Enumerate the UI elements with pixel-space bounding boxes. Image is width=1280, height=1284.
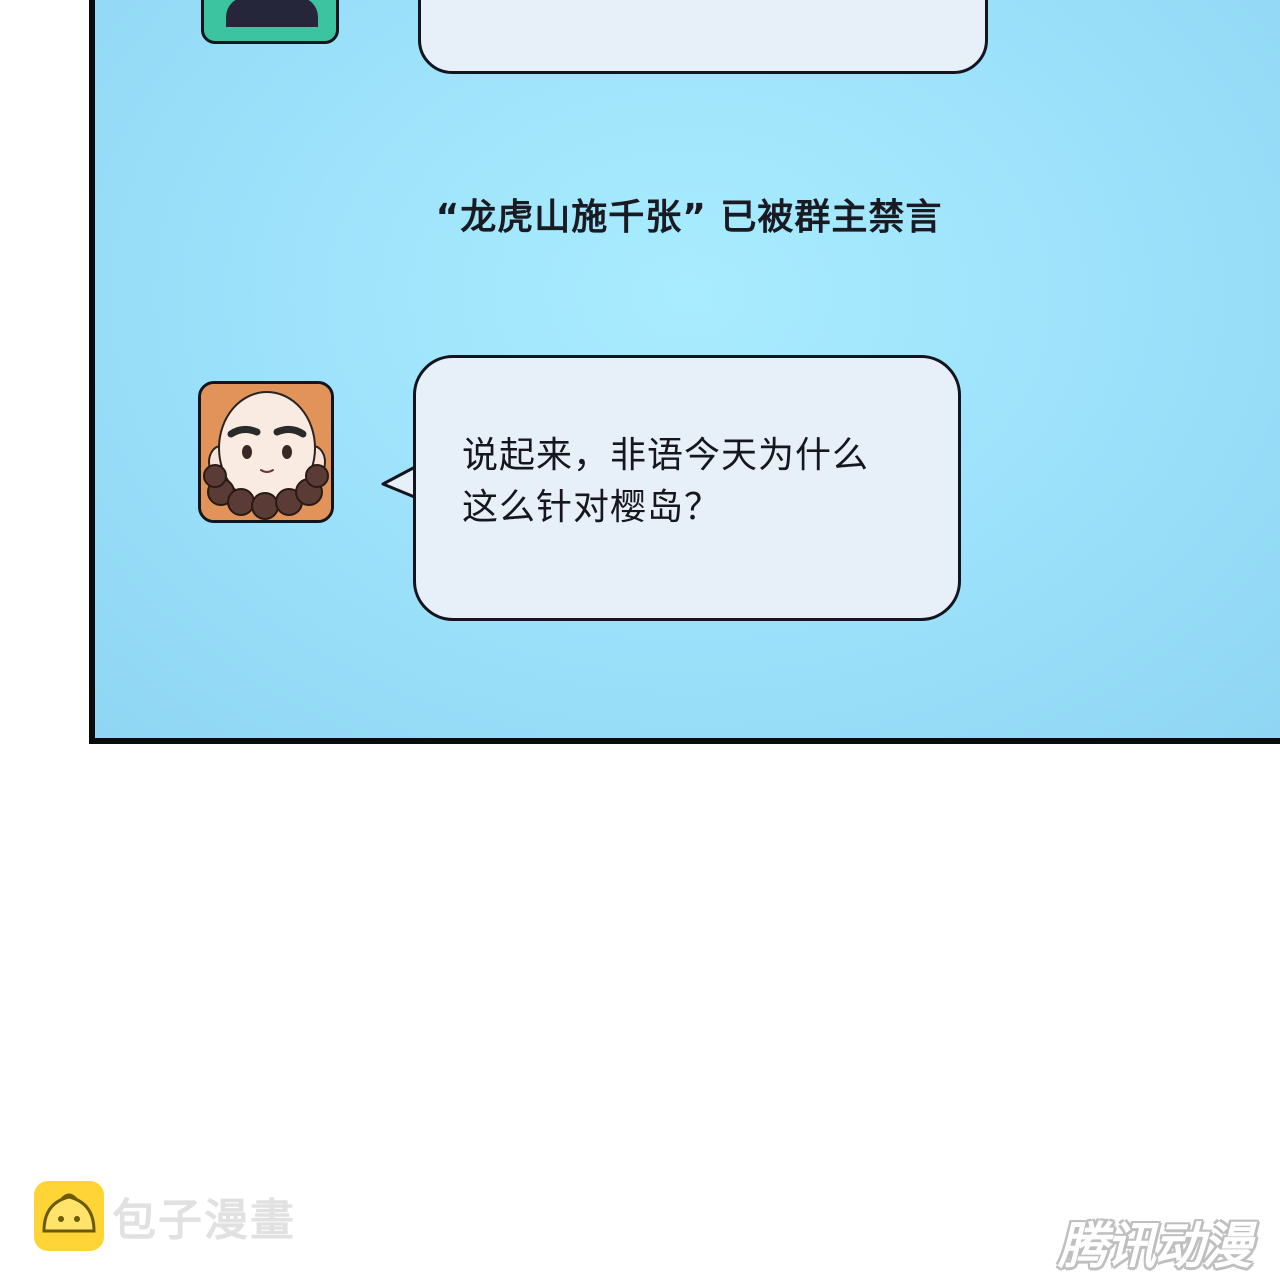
avatar-collar (226, 0, 318, 27)
chat-panel: “龙虎山施千张” 已被群主禁言 说起来，非语今天为什么这么针对樱岛？ (89, 0, 1280, 744)
monk-avatar[interactable] (198, 381, 334, 523)
watermark-label-left: 包子漫畫 (112, 1195, 296, 1246)
watermark-tencent: 腾讯动漫 (1058, 1217, 1252, 1275)
system-notice: “龙虎山施千张” 已被群主禁言 (435, 197, 943, 238)
comic-page: “龙虎山施千张” 已被群主禁言 说起来，非语今天为什么这么针对樱岛？ 包子漫畫 … (0, 0, 1280, 1284)
watermark-baozi: 包子漫畫 (34, 1180, 296, 1252)
chat-message-text: 说起来，非语今天为什么这么针对樱岛？ (462, 435, 870, 528)
chat-bubble-cropped (418, 0, 988, 74)
monk-avatar-icon (201, 384, 331, 520)
avatar-top-cropped[interactable] (201, 0, 339, 44)
chat-bubble: 说起来，非语今天为什么这么针对樱岛？ (413, 355, 961, 621)
baozi-logo-icon (34, 1181, 104, 1251)
